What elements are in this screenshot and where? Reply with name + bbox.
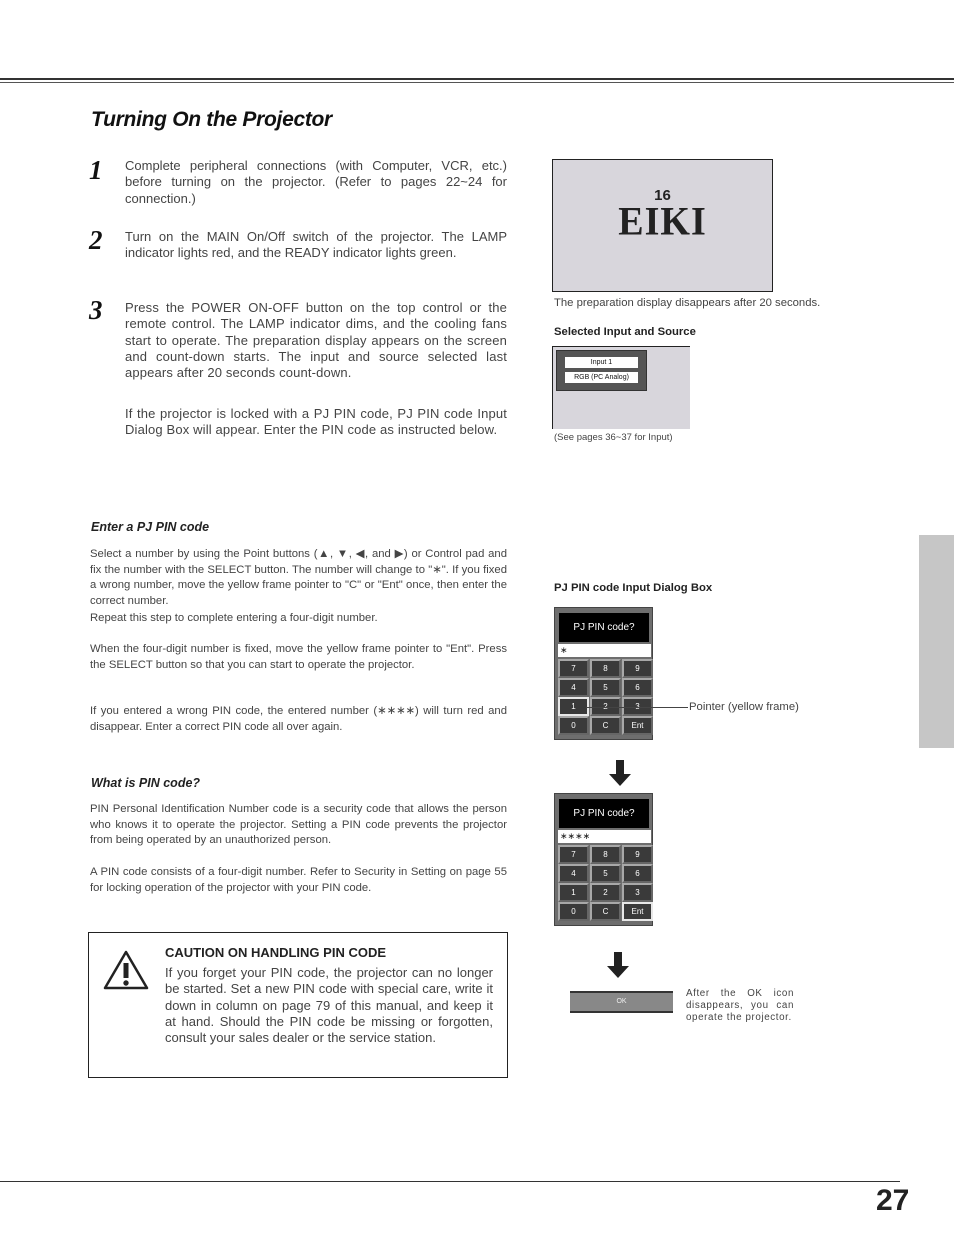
pin-dialog-title: PJ PIN code? — [559, 799, 649, 828]
what-is-pin-heading: What is PIN code? — [91, 776, 201, 790]
preparation-display: 16 EIKI — [552, 159, 773, 292]
pointer-leader-line — [586, 707, 688, 708]
step-number-1: 1 — [89, 155, 103, 185]
pin-key[interactable]: 1 — [558, 697, 589, 716]
warning-icon — [103, 950, 149, 990]
pin-key[interactable]: C — [590, 716, 621, 735]
pin-dialog-first: PJ PIN code? ∗ 7894561230CEnt — [554, 607, 653, 740]
selected-input-caption: (See pages 36~37 for Input) — [554, 432, 673, 443]
ok-icon: OK — [570, 991, 673, 1013]
step-text-1: Complete peripheral connections (with Co… — [125, 158, 507, 206]
section-side-tab — [919, 535, 954, 748]
pin-dialog-title: PJ PIN code? — [559, 613, 649, 642]
pin-dialog-heading: PJ PIN code Input Dialog Box — [554, 582, 713, 594]
pin-key[interactable]: Ent — [622, 716, 653, 735]
what-is-pin-para-1: PIN Personal Identification Number code … — [90, 803, 507, 847]
selected-input-heading: Selected Input and Source — [554, 326, 696, 338]
pin-key[interactable]: 0 — [558, 716, 589, 735]
after-ok-caption: After the OK icon disappears, you can op… — [686, 988, 794, 1023]
source-label: RGB (PC Analog) — [565, 372, 638, 383]
enter-pin-para-1: Select a number by using the Point butto… — [90, 548, 507, 608]
pin-key[interactable]: 4 — [558, 678, 589, 697]
caution-heading: CAUTION ON HANDLING PIN CODE — [165, 945, 386, 960]
pin-key[interactable]: 3 — [622, 883, 653, 902]
selected-input-display: Input 1 RGB (PC Analog) — [552, 346, 690, 429]
pin-key[interactable]: 1 — [558, 883, 589, 902]
arrow-down-icon — [609, 760, 631, 786]
step-text-2: Turn on the MAIN On/Off switch of the pr… — [125, 229, 507, 261]
enter-pin-para-4: If you entered a wrong PIN code, the ent… — [90, 705, 507, 733]
pin-key[interactable]: 0 — [558, 902, 589, 921]
step-note-3: If the projector is locked with a PJ PIN… — [125, 406, 507, 438]
what-is-pin-para-2: A PIN code consists of a four-digit numb… — [90, 866, 507, 894]
step-number-3: 3 — [89, 295, 103, 325]
step-number-2: 2 — [89, 225, 103, 255]
page-title: Turning On the Projector — [91, 108, 332, 131]
footer-rule — [0, 1181, 900, 1182]
pin-input-field[interactable]: ∗∗∗∗ — [558, 830, 651, 843]
pin-key[interactable]: 8 — [590, 845, 621, 864]
page-number: 27 — [876, 1184, 910, 1217]
pin-key[interactable]: Ent — [622, 902, 653, 921]
enter-pin-heading: Enter a PJ PIN code — [91, 520, 210, 534]
caution-box: CAUTION ON HANDLING PIN CODE If you forg… — [88, 932, 508, 1078]
header-rule — [0, 78, 954, 80]
pin-key[interactable]: 9 — [622, 845, 653, 864]
pin-key[interactable]: 5 — [590, 678, 621, 697]
pin-key[interactable]: 4 — [558, 864, 589, 883]
input-label: Input 1 — [565, 357, 638, 368]
pin-key[interactable]: 7 — [558, 845, 589, 864]
pin-key[interactable]: 8 — [590, 659, 621, 678]
step-text-3: Press the POWER ON-OFF button on the top… — [125, 300, 507, 381]
pin-key[interactable]: 9 — [622, 659, 653, 678]
eiki-logo: EIKI — [618, 199, 707, 245]
pin-key[interactable]: 2 — [590, 883, 621, 902]
pointer-label: Pointer (yellow frame) — [689, 701, 799, 713]
input-source-panel: Input 1 RGB (PC Analog) — [556, 350, 647, 391]
enter-pin-para-3: When the four-digit number is fixed, mov… — [90, 643, 507, 671]
pin-input-field[interactable]: ∗ — [558, 644, 651, 657]
pin-key[interactable]: C — [590, 902, 621, 921]
pin-key[interactable]: 6 — [622, 864, 653, 883]
arrow-down-icon — [607, 952, 629, 978]
pin-key[interactable]: 7 — [558, 659, 589, 678]
preparation-caption: The preparation display disappears after… — [554, 297, 821, 309]
caution-text: If you forget your PIN code, the project… — [165, 965, 493, 1046]
pin-key[interactable]: 6 — [622, 678, 653, 697]
pin-dialog-second: PJ PIN code? ∗∗∗∗ 7 8 9 4 5 6 1 2 3 0 C Ent — [554, 793, 653, 926]
pin-key[interactable]: 5 — [590, 864, 621, 883]
enter-pin-para-2: Repeat this step to complete entering a … — [90, 612, 378, 624]
header-rule-thin — [0, 82, 954, 83]
